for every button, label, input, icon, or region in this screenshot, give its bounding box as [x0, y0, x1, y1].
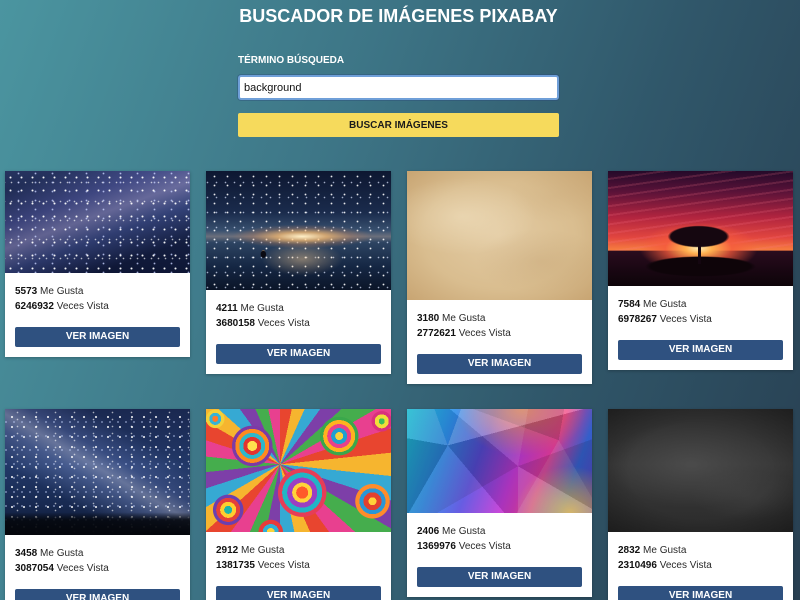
image-card: 5573 Me Gusta 6246932 Veces Vista VER IM…	[5, 171, 190, 357]
likes-label: Me Gusta	[40, 286, 84, 297]
view-image-button[interactable]: VER IMAGEN	[216, 586, 381, 600]
search-input[interactable]	[238, 75, 559, 100]
views-count: 3680158	[216, 318, 255, 329]
search-label: TÉRMINO BÚSQUEDA	[238, 55, 345, 66]
views-count: 3087054	[15, 563, 54, 574]
card-body: 2832 Me Gusta 2310496 Veces Vista VER IM…	[608, 532, 793, 600]
likes-count: 2832	[618, 545, 641, 556]
likes-count: 4211	[216, 303, 238, 314]
likes-count: 3458	[15, 548, 38, 559]
views-count: 6246932	[15, 301, 54, 312]
views-line: 1369976 Veces Vista	[417, 539, 582, 554]
image-card: 4211 Me Gusta 3680158 Veces Vista VER IM…	[206, 171, 391, 374]
image-thumbnail	[407, 171, 592, 300]
likes-label: Me Gusta	[240, 303, 284, 314]
likes-line: 3180 Me Gusta	[417, 311, 582, 326]
image-thumbnail	[407, 409, 592, 513]
views-line: 2772621 Veces Vista	[417, 326, 582, 341]
views-label: Veces Vista	[458, 328, 511, 339]
view-image-button[interactable]: VER IMAGEN	[15, 327, 180, 347]
likes-line: 5573 Me Gusta	[15, 284, 180, 299]
views-label: Veces Vista	[257, 318, 310, 329]
views-label: Veces Vista	[56, 301, 109, 312]
views-label: Veces Vista	[659, 314, 712, 325]
likes-count: 2406	[417, 526, 440, 537]
likes-line: 2406 Me Gusta	[417, 524, 582, 539]
views-count: 2310496	[618, 560, 657, 571]
likes-line: 4211 Me Gusta	[216, 301, 381, 316]
image-thumbnail	[206, 409, 391, 532]
views-line: 2310496 Veces Vista	[618, 558, 783, 573]
image-card: 3180 Me Gusta 2772621 Veces Vista VER IM…	[407, 171, 592, 384]
likes-label: Me Gusta	[643, 299, 687, 310]
card-body: 2912 Me Gusta 1381735 Veces Vista VER IM…	[206, 532, 391, 600]
image-thumbnail	[5, 171, 190, 273]
image-card: 7584 Me Gusta 6978267 Veces Vista VER IM…	[608, 171, 793, 370]
search-button[interactable]: BUSCAR IMÁGENES	[238, 113, 559, 137]
image-thumbnail	[5, 409, 190, 535]
view-image-button[interactable]: VER IMAGEN	[618, 340, 783, 360]
view-image-button[interactable]: VER IMAGEN	[15, 589, 180, 600]
views-line: 6978267 Veces Vista	[618, 312, 783, 327]
card-body: 4211 Me Gusta 3680158 Veces Vista VER IM…	[206, 290, 391, 374]
likes-count: 7584	[618, 299, 641, 310]
views-line: 6246932 Veces Vista	[15, 299, 180, 314]
page: BUSCADOR DE IMÁGENES PIXABAY TÉRMINO BÚS…	[0, 0, 800, 600]
views-count: 2772621	[417, 328, 456, 339]
image-card: 2912 Me Gusta 1381735 Veces Vista VER IM…	[206, 409, 391, 600]
card-body: 7584 Me Gusta 6978267 Veces Vista VER IM…	[608, 286, 793, 370]
likes-count: 2912	[216, 545, 239, 556]
view-image-button[interactable]: VER IMAGEN	[417, 354, 582, 374]
views-count: 1369976	[417, 541, 456, 552]
card-body: 3180 Me Gusta 2772621 Veces Vista VER IM…	[407, 300, 592, 384]
card-body: 3458 Me Gusta 3087054 Veces Vista VER IM…	[5, 535, 190, 600]
view-image-button[interactable]: VER IMAGEN	[216, 344, 381, 364]
views-count: 6978267	[618, 314, 657, 325]
views-count: 1381735	[216, 560, 255, 571]
image-thumbnail	[206, 171, 391, 290]
likes-count: 3180	[417, 313, 440, 324]
likes-label: Me Gusta	[442, 526, 486, 537]
likes-line: 2832 Me Gusta	[618, 543, 783, 558]
views-label: Veces Vista	[458, 541, 511, 552]
image-thumbnail	[608, 171, 793, 286]
view-image-button[interactable]: VER IMAGEN	[417, 567, 582, 587]
views-label: Veces Vista	[56, 563, 109, 574]
likes-line: 7584 Me Gusta	[618, 297, 783, 312]
likes-line: 2912 Me Gusta	[216, 543, 381, 558]
views-line: 1381735 Veces Vista	[216, 558, 381, 573]
image-thumbnail	[608, 409, 793, 532]
card-body: 5573 Me Gusta 6246932 Veces Vista VER IM…	[5, 273, 190, 357]
views-label: Veces Vista	[659, 560, 712, 571]
views-line: 3087054 Veces Vista	[15, 561, 180, 576]
views-line: 3680158 Veces Vista	[216, 316, 381, 331]
likes-label: Me Gusta	[40, 548, 84, 559]
views-label: Veces Vista	[257, 560, 310, 571]
likes-label: Me Gusta	[442, 313, 486, 324]
image-card: 3458 Me Gusta 3087054 Veces Vista VER IM…	[5, 409, 190, 600]
view-image-button[interactable]: VER IMAGEN	[618, 586, 783, 600]
likes-count: 5573	[15, 286, 38, 297]
likes-line: 3458 Me Gusta	[15, 546, 180, 561]
results-grid: 5573 Me Gusta 6246932 Veces Vista VER IM…	[5, 171, 800, 600]
likes-label: Me Gusta	[241, 545, 285, 556]
likes-label: Me Gusta	[643, 545, 687, 556]
image-card: 2832 Me Gusta 2310496 Veces Vista VER IM…	[608, 409, 793, 600]
page-title: BUSCADOR DE IMÁGENES PIXABAY	[239, 6, 558, 26]
card-body: 2406 Me Gusta 1369976 Veces Vista VER IM…	[407, 513, 592, 597]
image-card: 2406 Me Gusta 1369976 Veces Vista VER IM…	[407, 409, 592, 597]
search-form: TÉRMINO BÚSQUEDA BUSCAR IMÁGENES	[238, 55, 559, 137]
